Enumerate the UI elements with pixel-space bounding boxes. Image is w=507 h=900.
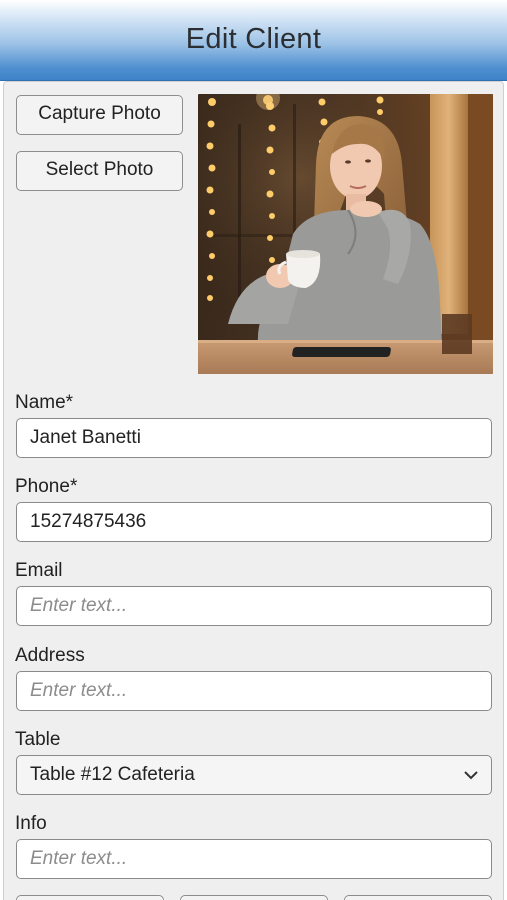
client-photo [198,94,493,374]
bottom-action-button-1[interactable] [16,895,164,900]
title-bar: Edit Client [0,0,507,81]
client-photo-image [198,94,493,374]
address-label: Address [15,645,85,666]
address-field[interactable]: Enter text... [16,671,492,711]
select-photo-button[interactable]: Select Photo [16,151,183,191]
info-placeholder: Enter text... [30,848,128,869]
table-label: Table [15,729,61,750]
name-label: Name* [15,392,74,413]
info-field[interactable]: Enter text... [16,839,492,879]
info-label: Info [15,813,47,834]
phone-value: 15274875436 [30,511,147,532]
email-field[interactable]: Enter text... [16,586,492,626]
address-placeholder: Enter text... [30,680,128,701]
bottom-action-button-3[interactable] [344,895,492,900]
table-select[interactable]: Table #12 Cafeteria [16,755,492,795]
phone-label: Phone* [15,476,78,497]
edit-client-screen: Edit Client Capture Photo Select Photo N… [0,0,507,900]
chevron-down-icon [464,771,478,780]
table-selected-value: Table #12 Cafeteria [30,764,195,785]
capture-photo-button[interactable]: Capture Photo [16,95,183,135]
name-value: Janet Banetti [30,427,141,448]
email-label: Email [15,560,63,581]
email-placeholder: Enter text... [30,595,128,616]
bottom-action-button-2[interactable] [180,895,328,900]
name-field[interactable]: Janet Banetti [16,418,492,458]
page-title: Edit Client [185,23,322,55]
phone-field[interactable]: 15274875436 [16,502,492,542]
